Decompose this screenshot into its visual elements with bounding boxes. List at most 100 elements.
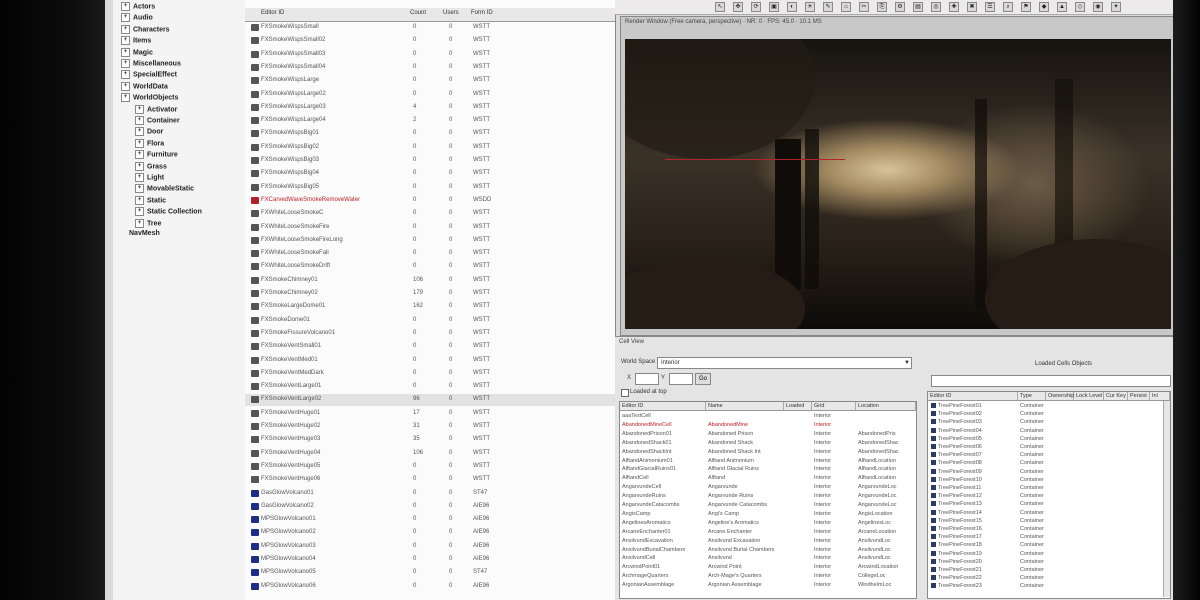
- tree-item[interactable]: + Activator: [135, 104, 177, 116]
- list-item[interactable]: AnsilvundExcavation Ansilvund Excavation I…: [620, 537, 916, 545]
- table-row[interactable]: TreePineForest02 Container: [928, 410, 1170, 418]
- toolbar-tool-icon[interactable]: ⌂: [841, 2, 851, 12]
- col-ref-cur-key[interactable]: Cur Key: [1104, 392, 1128, 401]
- col-ref-lock-level[interactable]: Lock Level: [1074, 392, 1104, 401]
- expand-icon[interactable]: +: [135, 195, 144, 205]
- table-row[interactable]: TreePineForest07 Container: [928, 451, 1170, 459]
- expand-icon[interactable]: +: [121, 24, 130, 34]
- col-count[interactable]: Count: [410, 10, 426, 16]
- list-item[interactable]: AngarvundeCell Angarvunde Interior Angarvun…: [620, 483, 916, 491]
- table-row[interactable]: FXSmokeVentMedDark 0 0 WSTT: [245, 368, 615, 380]
- toolbar-tool-icon[interactable]: ▤: [913, 2, 923, 12]
- col-ref-ownership[interactable]: Ownership: [1046, 392, 1074, 401]
- table-row[interactable]: FXSmokeLargeDome01 162 0 WSTT: [245, 301, 615, 313]
- table-row[interactable]: TreePineForest19 Container: [928, 550, 1170, 558]
- list-item[interactable]: AngarvundeCatacombs Angarvunde Catacombs I…: [620, 501, 916, 509]
- table-row[interactable]: FXWhiteLooseSmokeC 0 0 WSTT: [245, 208, 615, 220]
- col-form-id[interactable]: Form ID: [471, 10, 493, 16]
- x-coordinate-input[interactable]: [635, 373, 659, 385]
- tree-item[interactable]: + Flora: [135, 138, 164, 150]
- tree-item[interactable]: + WorldData: [121, 81, 168, 93]
- table-row[interactable]: FXCarvedWaveSmokeRemoveWater 0 0 WSDD: [245, 195, 615, 207]
- toolbar-tool-icon[interactable]: ◆: [1039, 2, 1049, 12]
- list-item[interactable]: AbandonedShackInt Abandoned Shack Int Inte…: [620, 448, 916, 456]
- table-row[interactable]: FXSmokeVentMed01 0 0 WSTT: [245, 355, 615, 367]
- table-row[interactable]: FXSmokeVentHuge04 106 0 WSTT: [245, 448, 615, 460]
- tree-item[interactable]: + Audio: [121, 13, 153, 24]
- toolbar-tool-icon[interactable]: ⎘: [877, 2, 887, 12]
- toolbar-tool-icon[interactable]: ☀: [805, 2, 815, 12]
- loaded-cells-filter[interactable]: [931, 375, 1171, 387]
- toolbar-tool-icon[interactable]: ☰: [985, 2, 995, 12]
- world-space-select[interactable]: Interior ▼: [657, 357, 912, 369]
- expand-icon[interactable]: +: [135, 184, 144, 194]
- table-row[interactable]: TreePineForest16 Container: [928, 525, 1170, 533]
- table-row[interactable]: FXSmokeWispsLarge02 0 0 WSTT: [245, 89, 615, 101]
- list-item[interactable]: AbandonedMineCell AbandonedMine Interior: [620, 421, 916, 429]
- col-users[interactable]: Users: [443, 10, 459, 16]
- table-row[interactable]: FXSmokeWispsSmall02 0 0 WSTT: [245, 35, 615, 47]
- toolbar-tool-icon[interactable]: ✦: [1111, 2, 1121, 12]
- table-row[interactable]: TreePineForest01 Container: [928, 402, 1170, 410]
- col-ref-editor-id[interactable]: Editor ID: [928, 392, 1018, 401]
- table-row[interactable]: FXSmokeWispsBig04 0 0 WSTT: [245, 168, 615, 180]
- table-row[interactable]: FXSmokeVentHuge03 35 0 WSTT: [245, 434, 615, 446]
- toolbar-tool-icon[interactable]: ⟳: [751, 2, 761, 12]
- table-row[interactable]: GasGlowVolcano01 0 0 ST47: [245, 488, 615, 500]
- expand-icon[interactable]: +: [121, 59, 130, 68]
- table-row[interactable]: MPSGlowVolcano01 0 0 AIE96: [245, 514, 615, 526]
- table-row[interactable]: TreePineForest21 Container: [928, 566, 1170, 574]
- table-row[interactable]: TreePineForest18 Container: [928, 541, 1170, 549]
- table-row[interactable]: FXSmokeWispsSmall 0 0 WSTT: [245, 22, 615, 34]
- table-row[interactable]: FXSmokeDome01 0 0 WSTT: [245, 315, 615, 327]
- col-cell-name[interactable]: Name: [706, 402, 784, 411]
- list-item[interactable]: aaaTestCell Interior: [620, 412, 916, 420]
- list-item[interactable]: AnsilvundCell Ansilvund Interior AnsilvundL…: [620, 554, 916, 562]
- table-row[interactable]: MPSGlowVolcano04 0 0 AIE96: [245, 554, 615, 566]
- toolbar-tool-icon[interactable]: ✚: [949, 2, 959, 12]
- table-row[interactable]: FXSmokeVentHuge06 0 0 WSTT: [245, 474, 615, 486]
- table-row[interactable]: TreePineForest14 Container: [928, 509, 1170, 517]
- expand-icon[interactable]: +: [135, 207, 144, 217]
- table-row[interactable]: FXSmokeVentHuge02 31 0 WSTT: [245, 421, 615, 433]
- table-row[interactable]: TreePineForest23 Container: [928, 582, 1170, 590]
- object-tree[interactable]: + Actors + Audio + Characters + Items + Magic + Mis…: [113, 0, 250, 600]
- table-row[interactable]: FXSmokeVentHuge05 0 0 WSTT: [245, 461, 615, 473]
- table-row[interactable]: FXSmokeChimney01 106 0 WSTT: [245, 275, 615, 287]
- toolbar-tool-icon[interactable]: ▲: [1057, 2, 1067, 12]
- col-editor-id[interactable]: Editor ID: [261, 10, 284, 16]
- cell-objects-table[interactable]: Editor ID Type Ownership Lock Level Cur …: [927, 391, 1171, 599]
- expand-icon[interactable]: +: [135, 116, 144, 125]
- table-row[interactable]: FXSmokeWispsBig05 0 0 WSTT: [245, 182, 615, 194]
- expand-icon[interactable]: +: [135, 218, 144, 228]
- toolbar-tool-icon[interactable]: ◐: [787, 2, 797, 12]
- tree-item[interactable]: + SpecialEffect: [121, 70, 177, 81]
- list-item[interactable]: AnsilvundBurialChambers Ansilvund Burial …: [620, 546, 916, 554]
- toolbar-tool-icon[interactable]: ⌕: [1003, 2, 1013, 12]
- toolbar-tool-icon[interactable]: ✥: [733, 2, 743, 12]
- game-viewport[interactable]: [625, 39, 1171, 329]
- table-row[interactable]: TreePineForest06 Container: [928, 443, 1170, 451]
- tree-item[interactable]: + Miscellaneous: [121, 59, 181, 70]
- list-item[interactable]: ArcaneEnchanter01 Arcane Enchanter Interio…: [620, 528, 916, 536]
- expand-icon[interactable]: +: [135, 150, 144, 160]
- table-row[interactable]: FXWhiteLooseSmokeFireLong 0 0 WSTT: [245, 235, 615, 247]
- col-cell-location[interactable]: Location: [856, 402, 916, 411]
- tree-item[interactable]: + Actors: [121, 2, 155, 13]
- tree-item[interactable]: + Container: [135, 116, 180, 127]
- expand-icon[interactable]: +: [121, 93, 130, 103]
- expand-icon[interactable]: +: [135, 127, 144, 137]
- col-ref-type[interactable]: Type: [1018, 392, 1046, 401]
- table-row[interactable]: TreePineForest15 Container: [928, 517, 1170, 525]
- table-row[interactable]: GasGlowVolcano02 0 0 AIE96: [245, 501, 615, 513]
- toolbar-tool-icon[interactable]: ⚙: [895, 2, 905, 12]
- toolbar-tool-icon[interactable]: ⚑: [1021, 2, 1031, 12]
- table-row[interactable]: TreePineForest10 Container: [928, 476, 1170, 484]
- expand-icon[interactable]: +: [135, 173, 144, 182]
- table-row[interactable]: FXSmokeVentLarge02 96 0 WSTT: [245, 394, 615, 407]
- toolbar-tool-icon[interactable]: ✂: [859, 2, 869, 12]
- table-row[interactable]: FXSmokeWispsBig03 0 0 WSTT: [245, 155, 615, 167]
- tree-item[interactable]: + MovableStatic: [135, 184, 194, 195]
- table-row[interactable]: MPSGlowVolcano06 0 0 AIE96: [245, 581, 615, 593]
- table-row[interactable]: TreePineForest12 Container: [928, 492, 1170, 500]
